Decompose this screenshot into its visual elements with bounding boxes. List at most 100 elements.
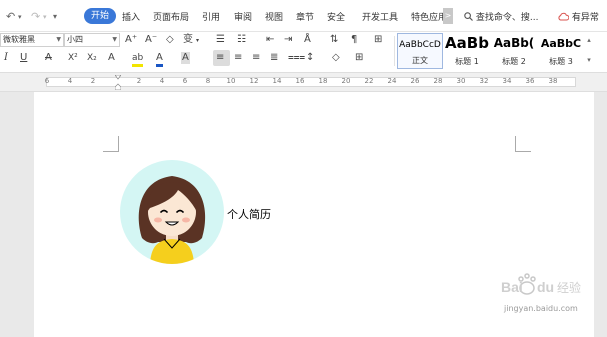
tab-insert[interactable]: 插入 — [122, 10, 140, 23]
tab-home[interactable]: 开始 — [84, 8, 116, 24]
baidu-watermark-logo: Bai du 经验 — [501, 273, 581, 295]
ruler-number: 16 — [295, 77, 305, 85]
ruler-number: 4 — [67, 77, 73, 85]
char-shading-button[interactable]: A — [181, 52, 190, 64]
ruler-number: 38 — [548, 77, 558, 85]
issue-label: 有异常 — [571, 13, 599, 23]
strikethrough-button[interactable]: A — [45, 52, 52, 64]
more-tabs-button[interactable]: > — [443, 8, 453, 24]
italic-button[interactable]: I — [4, 52, 8, 64]
clear-format-icon[interactable]: ◇ — [166, 34, 174, 46]
tab-special-apps[interactable]: 特色应用 — [411, 10, 443, 23]
girl-avatar-icon — [138, 176, 206, 264]
ruler-number: 6 — [182, 77, 188, 85]
tab-chapter[interactable]: 章节 — [296, 10, 314, 23]
justify-icon[interactable]: ≣ — [270, 52, 278, 64]
gallery-up-icon[interactable]: ▴ — [585, 36, 593, 44]
undo-dropdown-icon[interactable]: ▾ — [18, 13, 22, 21]
chevron-down-icon: ▼ — [112, 36, 117, 43]
style-heading-2[interactable]: AaBb( 标题 2 — [491, 33, 537, 69]
style-name: 正文 — [412, 56, 428, 65]
document-area: 个人简历 Bai du 经验 jingyan.baidu.com — [0, 92, 607, 337]
ruler-number: 30 — [456, 77, 466, 85]
ruler-number: 4 — [159, 77, 165, 85]
ruler-number: 32 — [479, 77, 489, 85]
table-border-icon[interactable]: ⊞ — [374, 34, 382, 46]
style-normal[interactable]: AaBbCcD 正文 — [397, 33, 443, 69]
undo-icon[interactable]: ↶ — [6, 10, 15, 23]
font-color-button[interactable]: A — [156, 52, 163, 67]
borders-icon[interactable]: ⊞ — [355, 52, 363, 64]
tab-references[interactable]: 引用 — [202, 10, 220, 23]
sort-icon[interactable]: ⇅ — [330, 34, 338, 46]
tab-security[interactable]: 安全 — [327, 10, 345, 23]
superscript-button[interactable]: X² — [68, 52, 78, 64]
ruler-number: 26 — [410, 77, 420, 85]
chevron-down-icon: ▼ — [56, 36, 61, 43]
ruler-number: 8 — [205, 77, 211, 85]
style-heading-1[interactable]: AaBb 标题 1 — [444, 33, 490, 69]
margin-corner-mark — [103, 136, 119, 152]
style-name: 标题 3 — [549, 57, 573, 66]
font-name-select[interactable]: 微软雅黑 ▼ — [0, 33, 64, 47]
ruler-number: 6 — [44, 77, 50, 85]
shading-icon[interactable]: ◇ — [332, 52, 340, 64]
ruler-number: 28 — [433, 77, 443, 85]
style-name: 标题 2 — [502, 57, 526, 66]
tab-developer[interactable]: 开发工具 — [362, 10, 398, 23]
text-effect-icon[interactable]: A — [108, 52, 115, 64]
style-heading-3[interactable]: AaBbC 标题 3 — [538, 33, 584, 69]
style-sample: AaBb — [445, 34, 489, 52]
tab-view[interactable]: 视图 — [265, 10, 283, 23]
ruler-number: 36 — [525, 77, 535, 85]
numbered-list-icon[interactable]: ☷ — [237, 34, 246, 46]
customize-quick-access-icon[interactable]: ▾ — [53, 12, 57, 21]
horizontal-ruler[interactable]: 6 4 2 2 4 6 8 10 12 14 16 18 20 22 24 26… — [0, 72, 607, 92]
distribute-icon[interactable]: ⩶ — [288, 52, 305, 64]
svg-text:Bai: Bai — [501, 279, 523, 295]
ruler-number: 34 — [502, 77, 512, 85]
chevron-down-icon[interactable]: ▾ — [196, 35, 199, 47]
watermark-url: jingyan.baidu.com — [504, 304, 578, 313]
document-title[interactable]: 个人简历 — [227, 206, 271, 222]
shrink-font-icon[interactable]: A⁻ — [145, 34, 157, 46]
grow-font-icon[interactable]: A⁺ — [125, 34, 137, 46]
text-direction-icon[interactable]: Å — [304, 34, 311, 46]
search-label: 查找命令、搜... — [475, 13, 539, 23]
increase-indent-icon[interactable]: ⇥ — [284, 34, 292, 46]
ruler-number: 2 — [90, 77, 96, 85]
home-toolbar: 微软雅黑 ▼ 小四 ▼ A⁺ A⁻ ◇ 变 ▾ ☰ ☷ ⇤ ⇥ Å ⇅ ¶ ⊞ … — [0, 32, 607, 72]
command-search[interactable]: 查找命令、搜... — [464, 10, 538, 23]
cloud-warning-icon — [558, 12, 570, 21]
redo-dropdown-icon[interactable]: ▾ — [43, 13, 47, 21]
style-sample: AaBb( — [493, 36, 535, 50]
bullet-list-icon[interactable]: ☰ — [216, 34, 225, 46]
avatar-image[interactable] — [120, 160, 224, 264]
ruler-number: 14 — [272, 77, 282, 85]
align-left-icon[interactable]: ≡ — [216, 52, 224, 64]
document-page[interactable]: 个人简历 Bai du 经验 jingyan.baidu.com — [34, 92, 594, 337]
align-center-icon[interactable]: ≡ — [234, 52, 242, 64]
decrease-indent-icon[interactable]: ⇤ — [266, 34, 274, 46]
tab-review[interactable]: 审阅 — [234, 10, 252, 23]
gallery-more-icon[interactable]: ▾ — [585, 56, 593, 64]
tab-page-layout[interactable]: 页面布局 — [153, 10, 189, 23]
divider — [394, 36, 395, 66]
font-size-select[interactable]: 小四 ▼ — [64, 33, 120, 47]
highlight-color-button[interactable]: ab — [132, 52, 144, 67]
redo-icon[interactable]: ↷ — [31, 10, 40, 23]
ruler-number: 24 — [387, 77, 397, 85]
margin-corner-mark — [515, 136, 531, 152]
align-right-icon[interactable]: ≡ — [252, 52, 260, 64]
ruler-number: 20 — [341, 77, 351, 85]
indent-marker-icon[interactable] — [115, 75, 121, 90]
subscript-button[interactable]: X₂ — [87, 52, 97, 64]
style-sample: AaBbCcD — [399, 40, 441, 50]
ruler-number: 2 — [136, 77, 142, 85]
underline-button[interactable]: U — [20, 52, 27, 64]
pinyin-guide-icon[interactable]: 变 — [183, 34, 193, 46]
issue-button[interactable]: 有异常 — [558, 10, 599, 23]
menu-bar: ↶ ▾ ↷ ▾ ▾ 开始 插入 页面布局 引用 审阅 视图 章节 安全 开发工具… — [0, 0, 607, 32]
show-marks-icon[interactable]: ¶ — [351, 34, 357, 46]
line-spacing-icon[interactable]: ↕ — [306, 52, 314, 64]
